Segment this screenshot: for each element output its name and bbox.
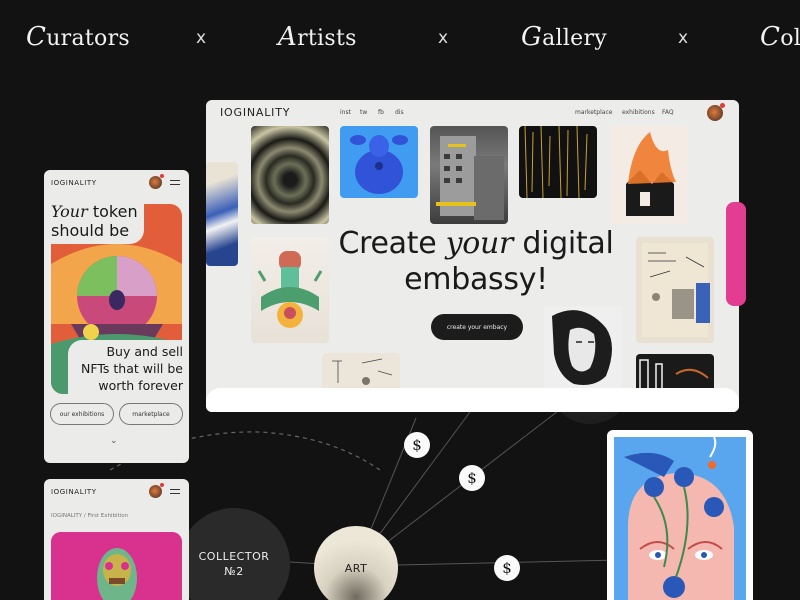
artwork-tile[interactable] <box>322 353 400 393</box>
artwork-tile[interactable] <box>544 306 622 388</box>
create-embassy-button[interactable]: create your embacy <box>431 314 523 340</box>
desktop-preview: IOGINALITY inst tw fb dis marketplace ex… <box>206 100 739 412</box>
menu-icon[interactable] <box>170 180 180 185</box>
collector-number: №2 <box>224 565 244 578</box>
artwork-tile[interactable] <box>251 126 329 224</box>
nav-link-faq[interactable]: FAQ <box>662 109 674 116</box>
dollar-icon: $ <box>404 432 430 458</box>
avatar[interactable] <box>149 483 164 498</box>
hero-heading: Create your digital embassy! <box>338 226 614 297</box>
exhibition-artwork[interactable] <box>51 532 182 600</box>
token-heading: Your token should be <box>51 202 138 240</box>
poster-artwork <box>614 437 746 600</box>
nav-link-fb[interactable]: fb <box>378 109 384 116</box>
avatar[interactable] <box>149 174 164 189</box>
nav-link-inst[interactable]: inst <box>340 109 351 116</box>
artwork-tile[interactable] <box>430 126 508 224</box>
nav-link-exhibitions[interactable]: exhibitions <box>622 109 655 116</box>
our-exhibitions-button[interactable]: our exhibitions <box>50 403 114 425</box>
nav-link-dis[interactable]: dis <box>395 109 404 116</box>
footer-panel <box>206 388 739 412</box>
nav-link-marketplace[interactable]: marketplace <box>575 109 612 116</box>
mobile-exhibition-preview: IOGINALITY IOGINALITY / First Exhibition <box>44 479 189 600</box>
logo[interactable]: IOGINALITY <box>51 488 97 496</box>
menu-icon[interactable] <box>170 489 180 494</box>
nav-link-tw[interactable]: tw <box>360 109 367 116</box>
artwork-tile[interactable] <box>340 126 418 198</box>
dollar-icon: $ <box>494 555 520 581</box>
avatar[interactable] <box>707 103 725 121</box>
chevron-down-icon[interactable]: ⌄ <box>110 436 118 446</box>
artwork-tile[interactable] <box>610 126 688 224</box>
collector-label: COLLECTOR <box>198 550 270 563</box>
marketplace-button[interactable]: marketplace <box>119 403 183 425</box>
buy-sell-text: Buy and sell NFTs that will be worth for… <box>81 344 183 393</box>
artwork-tile[interactable] <box>251 237 329 343</box>
dollar-icon: $ <box>459 465 485 491</box>
breadcrumb[interactable]: IOGINALITY / First Exhibition <box>51 513 128 519</box>
art-node[interactable]: ART <box>314 526 398 600</box>
artwork-tile[interactable] <box>519 126 597 198</box>
art-label: ART <box>344 561 368 575</box>
mobile-home-preview: IOGINALITY Your token should be Buy and … <box>44 170 189 463</box>
artwork-edge <box>726 202 746 306</box>
artwork-tile[interactable] <box>636 237 714 343</box>
logo[interactable]: IOGINALITY <box>220 106 290 119</box>
artwork-tile[interactable] <box>206 162 238 266</box>
logo[interactable]: IOGINALITY <box>51 179 97 187</box>
poster-preview[interactable] <box>607 430 753 600</box>
